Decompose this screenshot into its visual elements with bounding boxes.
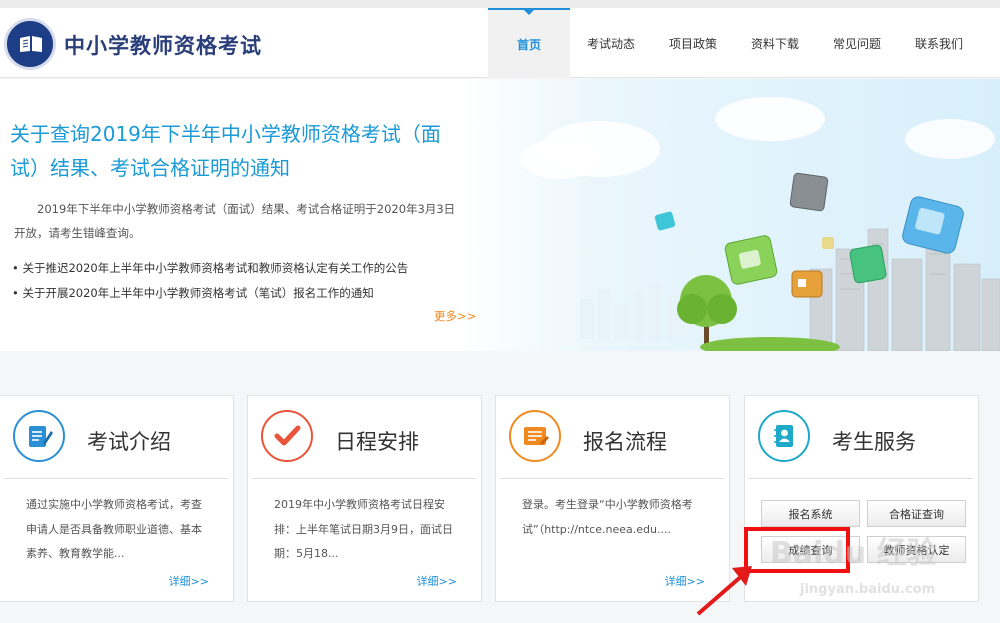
details-link[interactable]: 详细>>	[417, 573, 457, 589]
nav-downloads[interactable]: 资料下载	[734, 8, 816, 78]
headline-summary: 2019年下半年中小学教师资格考试（面试）结果、考试合格证明于2020年3月3日…	[14, 202, 456, 240]
news-link-text: 关于开展2020年上半年中小学教师资格考试（笔试）报名工作的通知	[22, 286, 374, 300]
card-schedule: 日程安排 2019年中小学教师资格考试日程安排：上半年笔试日期3月9日，面试日期…	[247, 395, 482, 602]
checkmark-icon	[274, 425, 301, 446]
news-list: • 关于推迟2020年上半年中小学教师资格考试和教师资格认定有关工作的公告 • …	[12, 256, 472, 306]
nav-home[interactable]: 首页	[488, 8, 570, 78]
site-logo[interactable]	[4, 18, 56, 70]
news-link-text: 关于推迟2020年上半年中小学教师资格考试和教师资格认定有关工作的公告	[22, 261, 409, 275]
nav-policies[interactable]: 项目政策	[652, 8, 734, 78]
top-strip	[0, 0, 1000, 8]
certificate-query-button[interactable]: 合格证查询	[867, 500, 966, 527]
document-edit-icon	[29, 426, 53, 447]
headline-link[interactable]: 关于查询2019年下半年中小学教师资格考试（面试）结果、考试合格证明的通知	[10, 117, 470, 185]
card-description: 通过实施中小学教师资格考试，考查申请人是否具备教师职业道德、基本素养、教育教学能…	[26, 498, 202, 560]
card-title[interactable]: 日程安排	[335, 426, 419, 456]
card-icon-circle	[13, 410, 65, 462]
registration-form-icon	[524, 427, 549, 445]
page: 中小学教师资格考试 首页 考试动态 项目政策 资料下载 常见问题 联系我们 关于…	[0, 0, 1000, 623]
divider	[500, 478, 724, 479]
card-description: 2019年中小学教师资格考试日程安排：上半年笔试日期3月9日，面试日期：5月18…	[274, 498, 453, 560]
main-nav: 首页 考试动态 项目政策 资料下载 常见问题 联系我们	[488, 8, 980, 78]
card-icon-circle	[758, 410, 810, 462]
divider	[749, 478, 973, 479]
card-exam-intro: 考试介绍 通过实施中小学教师资格考试，考查申请人是否具备教师职业道德、基本素养、…	[0, 395, 234, 602]
card-icon-circle	[509, 410, 561, 462]
watermark-url: jingyan.baidu.com	[800, 582, 936, 597]
card-title[interactable]: 考生服务	[832, 426, 916, 456]
card-description: 登录。考生登录“中小学教师资格考试”（http://ntce.neea.edu.…	[522, 498, 693, 536]
site-title[interactable]: 中小学教师资格考试	[64, 30, 262, 60]
news-banner: 关于查询2019年下半年中小学教师资格考试（面试）结果、考试合格证明的通知 20…	[0, 79, 1000, 351]
service-cards: 考试介绍 通过实施中小学教师资格考试，考查申请人是否具备教师职业道德、基本素养、…	[0, 395, 1000, 605]
red-arrow-icon	[696, 566, 752, 616]
nav-faq[interactable]: 常见问题	[816, 8, 898, 78]
nav-contact[interactable]: 联系我们	[898, 8, 980, 78]
card-icon-circle	[261, 410, 313, 462]
site-header: 中小学教师资格考试 首页 考试动态 项目政策 资料下载 常见问题 联系我们	[0, 8, 1000, 78]
card-title[interactable]: 报名流程	[583, 426, 667, 456]
book-icon	[20, 36, 42, 52]
watermark-brand: Baidu 经验	[770, 536, 937, 571]
card-title[interactable]: 考试介绍	[87, 426, 171, 456]
city-illustration	[520, 97, 1000, 351]
nav-exam-news[interactable]: 考试动态	[570, 8, 652, 78]
news-link[interactable]: • 关于推迟2020年上半年中小学教师资格考试和教师资格认定有关工作的公告	[12, 256, 472, 281]
registration-system-button[interactable]: 报名系统	[761, 500, 860, 527]
contact-book-icon	[774, 425, 793, 447]
divider	[4, 478, 228, 479]
details-link[interactable]: 详细>>	[169, 573, 209, 589]
news-link[interactable]: • 关于开展2020年上半年中小学教师资格考试（笔试）报名工作的通知	[12, 281, 472, 306]
divider	[252, 478, 476, 479]
